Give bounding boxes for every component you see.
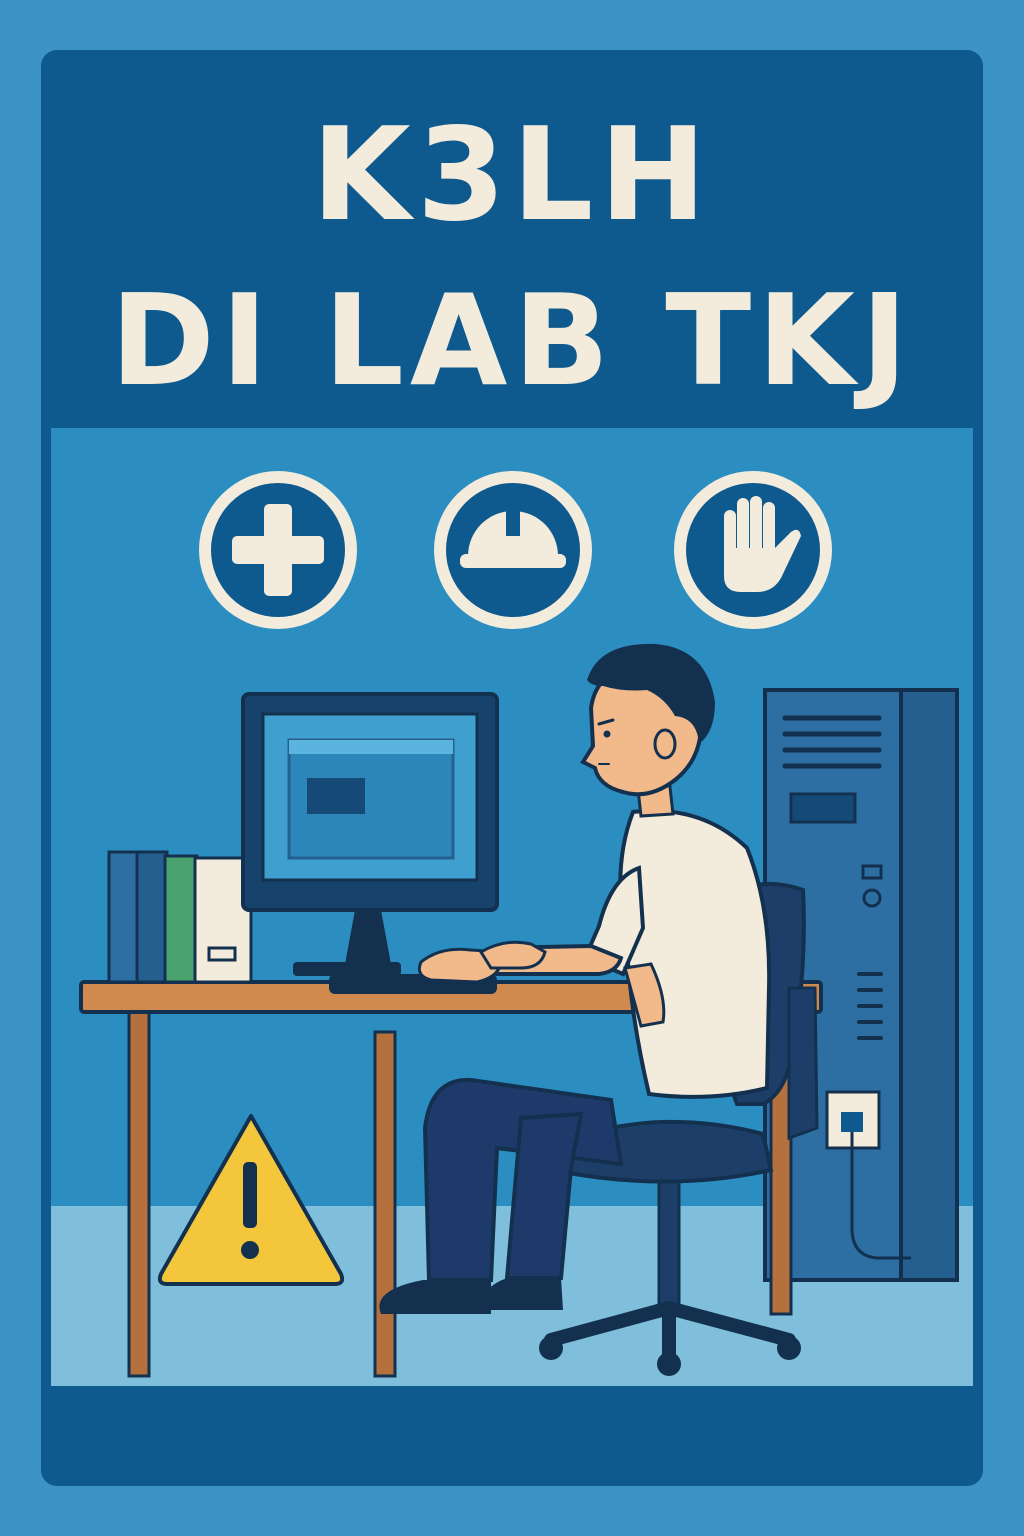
lab-illustration [51,428,973,1386]
poster-title: K3LH DI LAB TKJ [41,50,983,428]
title-line-2: DI LAB TKJ [110,267,914,414]
stop-hand-icon [674,471,832,629]
safety-poster: K3LH DI LAB TKJ [41,50,983,1486]
title-line-1: K3LH [311,101,713,250]
first-aid-cross-icon [199,471,357,629]
binders [107,850,253,984]
safety-helmet-icon [434,471,592,629]
